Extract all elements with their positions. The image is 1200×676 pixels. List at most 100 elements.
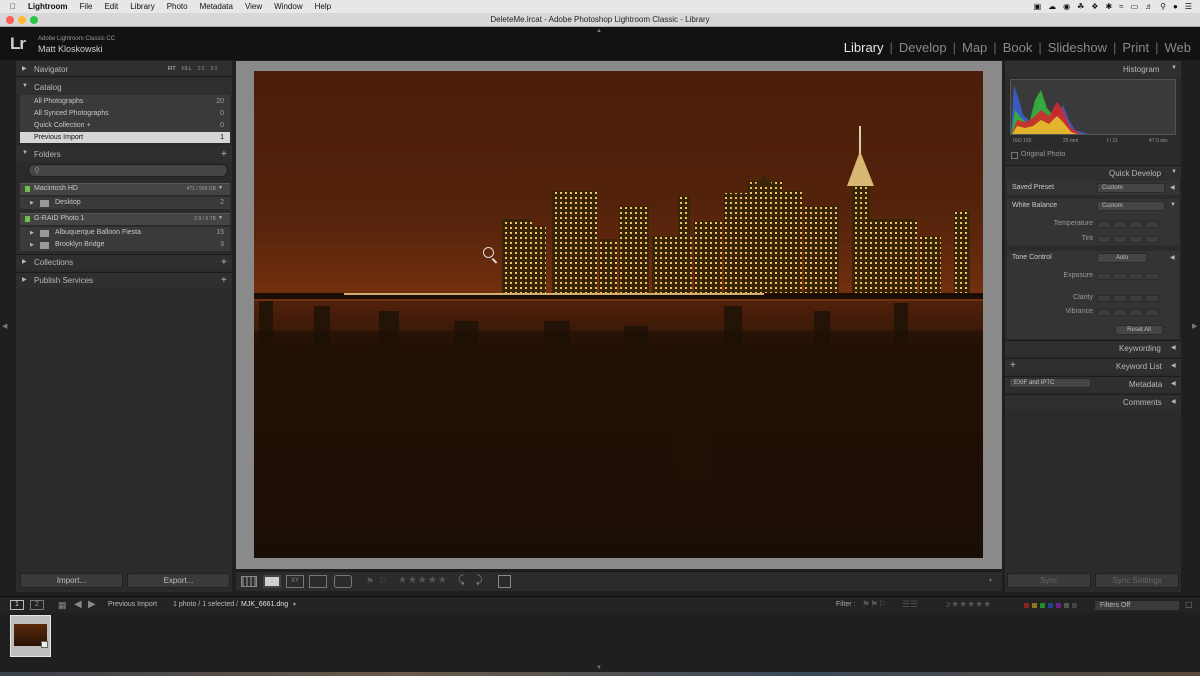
bottom-panel-toggle-icon[interactable]: ▼	[596, 665, 602, 671]
module-library[interactable]: Library	[843, 40, 885, 55]
grid-icon[interactable]: ▦	[58, 600, 67, 611]
menu-file[interactable]: File	[74, 0, 99, 13]
zoom-fit[interactable]: FIT	[168, 66, 176, 72]
secondary-window-button[interactable]: 2	[30, 600, 44, 610]
display-icon[interactable]: ▭	[1131, 2, 1139, 11]
loupe-view-icon[interactable]	[263, 575, 281, 588]
user-icon[interactable]: ●	[1173, 2, 1178, 11]
flag-icon[interactable]: ⚑	[366, 576, 374, 587]
volume-icon[interactable]: ♬	[1145, 2, 1153, 11]
disclosure-arrow-icon[interactable]: ◀	[1170, 254, 1175, 261]
notifications-icon[interactable]: ☰	[1185, 2, 1192, 11]
red-label-icon[interactable]	[1024, 603, 1029, 608]
zoom-fill[interactable]: FILL	[182, 66, 192, 72]
folder-search-input[interactable]: ⚲	[28, 164, 228, 177]
module-slideshow[interactable]: Slideshow	[1047, 40, 1108, 55]
toolbar-menu-icon[interactable]: ▼	[988, 578, 993, 584]
auto-tone-button[interactable]: Auto	[1097, 253, 1147, 263]
histogram-graph[interactable]	[1010, 79, 1176, 135]
blue-label-icon[interactable]	[1048, 603, 1053, 608]
gray-label-icon[interactable]	[1064, 603, 1069, 608]
temperature-stepper[interactable]	[1097, 221, 1159, 228]
star-filter[interactable]: ≥★★★★★	[946, 599, 991, 610]
disclosure-arrow-icon[interactable]: ◀	[1170, 184, 1175, 191]
module-web[interactable]: Web	[1164, 40, 1193, 55]
creative-cloud-icon[interactable]: ☁	[1048, 2, 1056, 11]
photo[interactable]	[254, 71, 983, 558]
grid-view-icon[interactable]	[241, 576, 257, 587]
filmstrip-source[interactable]: Previous Import	[108, 601, 157, 608]
sync-button[interactable]: Sync	[1007, 573, 1091, 588]
reset-all-button[interactable]: Reset All	[1115, 325, 1163, 335]
exposure-stepper[interactable]	[1097, 273, 1159, 280]
menu-edit[interactable]: Edit	[98, 0, 124, 13]
camera-icon[interactable]: ◉	[1063, 2, 1070, 11]
export-button[interactable]: Export...	[127, 573, 230, 588]
menu-library[interactable]: Library	[124, 0, 160, 13]
rating-filter-icon[interactable]: ☰☰	[902, 599, 918, 610]
volume-menu-icon[interactable]: ▼	[218, 215, 223, 221]
menu-metadata[interactable]: Metadata	[194, 0, 239, 13]
saved-preset-dropdown[interactable]: Custom	[1097, 183, 1165, 193]
flag-filter-icon[interactable]: ⚑⚑⚐	[862, 599, 886, 610]
menu-view[interactable]: View	[239, 0, 268, 13]
add-folder-icon[interactable]: +	[221, 149, 227, 160]
metadata-preset-dropdown[interactable]: EXIF and IPTC	[1009, 378, 1091, 388]
module-map[interactable]: Map	[961, 40, 988, 55]
zoom-window-button[interactable]	[30, 16, 38, 24]
primary-window-button[interactable]: 1	[10, 600, 24, 610]
volume-menu-icon[interactable]: ▼	[218, 185, 223, 191]
import-button[interactable]: Import...	[20, 573, 123, 588]
original-photo-checkbox[interactable]	[1011, 152, 1018, 159]
filmstrip-thumbnail[interactable]	[10, 615, 51, 657]
add-collection-icon[interactable]: +	[221, 257, 227, 268]
catalog-item-previous-import[interactable]: Previous Import	[34, 134, 83, 141]
search-icon[interactable]: ⚲	[1160, 2, 1166, 11]
module-print[interactable]: Print	[1121, 40, 1150, 55]
filter-lock-icon[interactable]: ▢	[1185, 600, 1193, 609]
minimize-window-button[interactable]	[18, 16, 26, 24]
airplay-icon[interactable]: ▣	[1034, 2, 1042, 11]
white-label-icon[interactable]	[1072, 603, 1077, 608]
disclosure-arrow-icon[interactable]: ▼	[1170, 202, 1176, 208]
yellow-label-icon[interactable]	[1032, 603, 1037, 608]
evernote-icon[interactable]: ☘	[1077, 2, 1084, 11]
zoom-1-1[interactable]: 1:1	[198, 66, 205, 72]
color-label-filter[interactable]	[1024, 603, 1077, 608]
white-balance-dropdown[interactable]: Custom	[1097, 201, 1165, 211]
filmstrip-filename[interactable]: MJK_6661.dng	[241, 601, 288, 608]
menu-help[interactable]: Help	[309, 0, 337, 13]
survey-view-icon[interactable]	[309, 575, 327, 588]
purple-label-icon[interactable]	[1056, 603, 1061, 608]
zoom-2-1[interactable]: 2:1	[210, 66, 217, 72]
forward-arrow-icon[interactable]: ▶	[88, 599, 96, 610]
left-panel-toggle-icon[interactable]: ◀	[2, 322, 7, 330]
catalog-item-all-synced[interactable]: All Synced Photographs	[34, 110, 109, 117]
filter-preset-dropdown[interactable]: Filters Off	[1094, 600, 1180, 611]
tint-stepper[interactable]	[1097, 236, 1159, 243]
menu-photo[interactable]: Photo	[161, 0, 194, 13]
module-book[interactable]: Book	[1002, 40, 1034, 55]
module-develop[interactable]: Develop	[898, 40, 948, 55]
catalog-item-quick-collection[interactable]: Quick Collection +	[34, 122, 91, 129]
sync-settings-button[interactable]: Sync Settings	[1095, 573, 1179, 588]
add-publish-service-icon[interactable]: +	[221, 275, 227, 286]
reject-flag-icon[interactable]: ⚐	[379, 576, 387, 587]
add-keyword-icon[interactable]: +	[1010, 360, 1016, 371]
dropbox-icon[interactable]: ❖	[1091, 2, 1098, 11]
crop-overlay-icon[interactable]	[498, 575, 511, 588]
bluetooth-icon[interactable]: ✱	[1105, 2, 1112, 11]
right-panel-toggle-icon[interactable]: ▶	[1192, 322, 1197, 330]
people-view-icon[interactable]	[334, 575, 352, 588]
catalog-item-all-photographs[interactable]: All Photographs	[34, 98, 83, 105]
star-rating[interactable]: ★★★★★	[398, 575, 448, 586]
compare-view-icon[interactable]: XY	[286, 575, 304, 588]
vibrance-stepper[interactable]	[1097, 309, 1159, 316]
wifi-icon[interactable]: ≈	[1119, 2, 1123, 11]
filename-menu-icon[interactable]: ▼	[292, 602, 297, 608]
menu-window[interactable]: Window	[268, 0, 308, 13]
green-label-icon[interactable]	[1040, 603, 1045, 608]
rotate-right-icon[interactable]: ⤸	[476, 574, 483, 587]
rotate-left-icon[interactable]: ⤹	[458, 574, 465, 587]
menu-app-name[interactable]: Lightroom	[22, 0, 74, 13]
